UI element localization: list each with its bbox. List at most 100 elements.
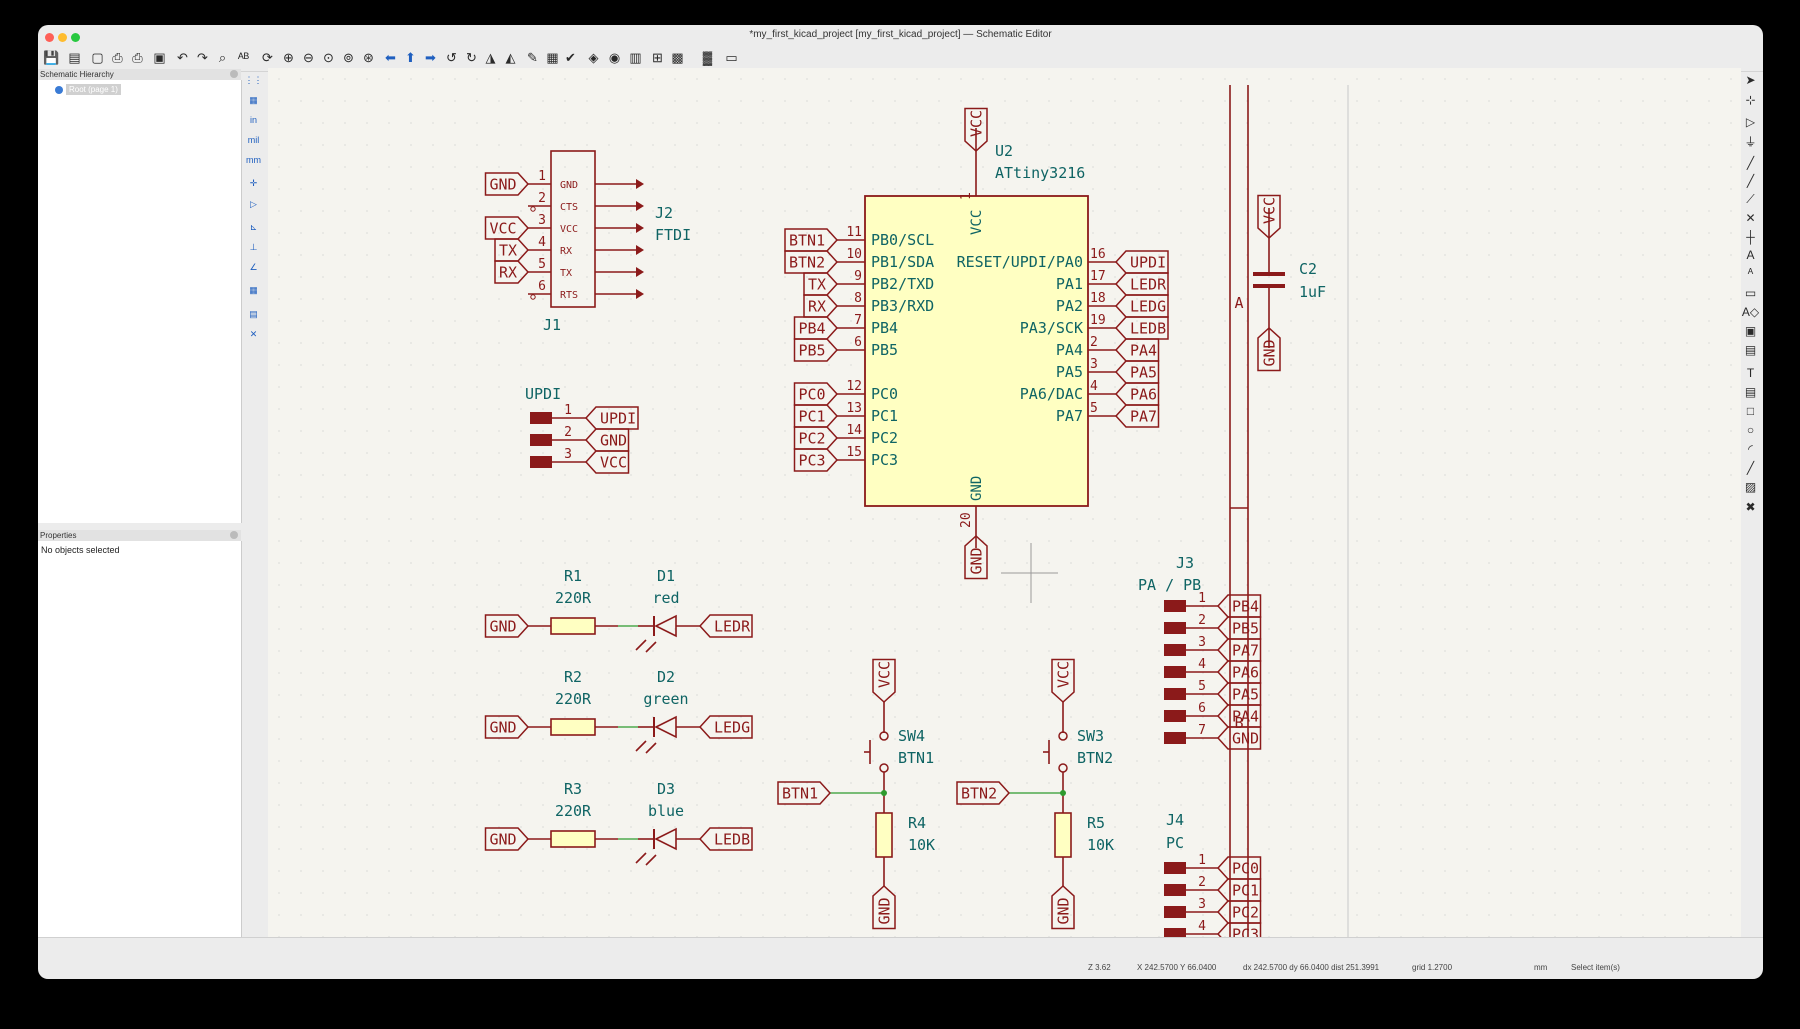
j4-pin-num: 3 (1198, 897, 1206, 912)
pcb-icon[interactable]: ▓ (698, 48, 717, 67)
u2-pin-name: PB5 (871, 341, 898, 359)
j4-ref: J4 (1166, 811, 1184, 829)
bus-entry-icon[interactable]: ⟋ (1741, 190, 1760, 209)
sheet-icon[interactable]: ▣ (1741, 322, 1760, 341)
symbol-browser-icon[interactable]: ▦ (244, 281, 263, 300)
zoom-in-icon[interactable]: ⊕ (279, 48, 298, 67)
zoom-selection-icon[interactable]: ⊛ (359, 48, 378, 67)
save-icon[interactable]: 💾 (42, 48, 61, 67)
select-icon[interactable]: ➤ (1741, 71, 1760, 90)
symbol-editor-icon[interactable]: ◈ (584, 48, 603, 67)
arrow-icon (636, 245, 644, 255)
line-mode-icon[interactable]: ∠ (244, 258, 263, 277)
scripting-icon[interactable]: ▭ (722, 48, 741, 67)
pin-header-icon (530, 412, 552, 424)
net-label-icon[interactable]: A (1741, 246, 1760, 265)
new-icon[interactable]: ▢ (88, 48, 107, 67)
label-j3-pa7: PA7 (1232, 642, 1259, 660)
refresh-icon[interactable]: ⟳ (258, 48, 277, 67)
erc-icon[interactable]: ✔ (561, 48, 580, 67)
no-connect-icon[interactable]: ✕ (1741, 209, 1760, 228)
junction-icon[interactable]: ┼ (1741, 228, 1760, 247)
label-j3-pa6: PA6 (1232, 664, 1259, 682)
pin-header-icon (1164, 906, 1186, 918)
minimize-button[interactable] (58, 33, 67, 42)
redo-icon[interactable]: ↷ (193, 48, 212, 67)
plot-icon[interactable]: ⎙ (128, 48, 147, 67)
selection-filter-icon[interactable]: ▦ (244, 91, 263, 110)
pin-header-icon (1164, 884, 1186, 896)
u2-pin-num: 13 (846, 401, 862, 416)
cursor-icon[interactable]: ✛ (244, 174, 263, 193)
print-icon[interactable]: ⎙ (108, 48, 127, 67)
global-label-icon[interactable]: ᴬ (1741, 264, 1760, 283)
tree-item-root[interactable]: Root (page 1) (66, 84, 121, 95)
text-box-icon[interactable]: ▤ (1741, 383, 1760, 402)
u2-pin-num: 9 (854, 269, 862, 284)
image-icon[interactable]: ▨ (1741, 478, 1760, 497)
rectangle-icon[interactable]: □ (1741, 402, 1760, 421)
mm-units-icon[interactable]: mm (244, 151, 263, 170)
up-icon[interactable]: ⬆ (401, 48, 420, 67)
grid-icon[interactable]: ⋮⋮ (244, 71, 263, 90)
add-power-icon[interactable]: ⏚ (1741, 133, 1760, 152)
schematic-canvas[interactable]: A B U2 ATtiny3216 VCC 1 VCC GND 20 GND 11 PB0/SCL BT… (268, 68, 1741, 946)
label-pa4: PA4 (1130, 342, 1157, 360)
u2-pin-num: 11 (846, 225, 862, 240)
line-icon[interactable]: ╱ (1741, 459, 1760, 478)
rotate-cw-icon[interactable]: ↻ (462, 48, 481, 67)
add-bus-icon[interactable]: ╱ (1741, 172, 1760, 191)
zoom-fit-icon[interactable]: ⊙ (319, 48, 338, 67)
hier-label-icon[interactable]: ▭ (1741, 284, 1760, 303)
highlight-net-icon[interactable]: ⊹ (1741, 91, 1760, 110)
page-settings-icon[interactable]: ▤ (65, 48, 84, 67)
close-panel-icon[interactable] (230, 70, 238, 78)
label-ledb: LEDB (1130, 320, 1166, 338)
undo-icon[interactable]: ↶ (173, 48, 192, 67)
delete-icon[interactable]: ✖ (1741, 498, 1760, 517)
label-j3-pb5: PB5 (1232, 620, 1259, 638)
zoom-out-icon[interactable]: ⊖ (299, 48, 318, 67)
rotate-ccw-icon[interactable]: ↺ (442, 48, 461, 67)
pin-type-icon[interactable]: ⊾ (244, 218, 263, 237)
status-mode: Select item(s) (1571, 963, 1620, 972)
find-icon[interactable]: ⌕ (213, 48, 232, 67)
hier-pin-icon[interactable]: A◇ (1741, 303, 1760, 322)
add-text-icon[interactable]: T (1741, 364, 1760, 383)
netlist-icon[interactable]: ⊞ (648, 48, 667, 67)
paste-icon[interactable]: ▣ (150, 48, 169, 67)
inch-units-icon[interactable]: in (244, 111, 263, 130)
bom-icon[interactable]: ▩ (668, 48, 687, 67)
footprint-editor-icon[interactable]: ◉ (605, 48, 624, 67)
properties-icon[interactable]: ▤ (244, 305, 263, 324)
circle-icon[interactable]: ○ (1741, 421, 1760, 440)
status-delta: dx 242.5700 dy 66.0400 dist 251.3991 (1243, 963, 1380, 972)
zoom-button[interactable] (71, 33, 80, 42)
hidden-pins-icon[interactable]: ⊥ (244, 238, 263, 257)
zoom-objects-icon[interactable]: ⊚ (339, 48, 358, 67)
symbol-fields-icon[interactable]: ▦ (543, 48, 562, 67)
close-button[interactable] (45, 33, 54, 42)
add-wire-icon[interactable]: ╱ (1741, 154, 1760, 173)
mil-units-icon[interactable]: mil (244, 131, 263, 150)
arrow-icon (636, 201, 644, 211)
close-panel-icon[interactable] (230, 531, 238, 539)
label-gnd-u2: GND (968, 547, 986, 574)
back-icon[interactable]: ⬅ (381, 48, 400, 67)
arc-icon[interactable]: ◜ (1741, 440, 1760, 459)
u2-pin-name: PC2 (871, 429, 898, 447)
assign-footprints-icon[interactable]: ▥ (626, 48, 645, 67)
u2-pin-num: 6 (854, 335, 862, 350)
u2-pin-name: PC0 (871, 385, 898, 403)
tools-icon[interactable]: ✕ (244, 325, 263, 344)
label-tx: TX (808, 276, 826, 294)
hierarchy-icon[interactable]: ▷ (244, 195, 263, 214)
add-symbol-icon[interactable]: ▷ (1741, 113, 1760, 132)
mirror-v-icon[interactable]: ◮ (481, 48, 500, 67)
forward-icon[interactable]: ➡ (421, 48, 440, 67)
import-sheet-pin-icon[interactable]: ▤ (1741, 341, 1760, 360)
left-toolbar: ⋮⋮ ▦ in mil mm ✛ ▷ ⊾ ⊥ ∠ ▦ ▤ ✕ (244, 68, 266, 937)
annotate-icon[interactable]: ✎ (523, 48, 542, 67)
mirror-h-icon[interactable]: ◭ (501, 48, 520, 67)
find-replace-icon[interactable]: ᴬᴮ (234, 48, 253, 67)
